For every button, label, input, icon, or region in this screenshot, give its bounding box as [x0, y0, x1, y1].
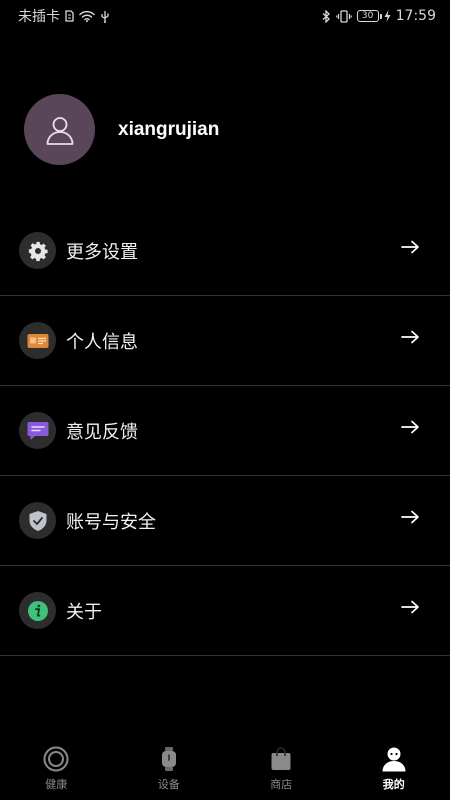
nav-item-mine[interactable]: 我的 [338, 738, 450, 800]
profile-icon [381, 746, 407, 772]
status-bar: 未插卡 30 17:59 [0, 0, 450, 32]
menu-item-label: 个人信息 [66, 331, 138, 353]
menu-item-label: 更多设置 [66, 241, 138, 263]
menu-item-label: 关于 [66, 601, 102, 623]
avatar[interactable] [24, 94, 95, 165]
nav-label: 我的 [382, 778, 405, 791]
arrow-right-icon [401, 330, 419, 344]
menu-item-label: 账号与安全 [66, 511, 156, 533]
clock-time: 17:59 [395, 8, 436, 24]
status-right: 30 17:59 [322, 8, 436, 24]
usb-icon [100, 10, 110, 23]
vibrate-icon [335, 9, 352, 23]
menu-item-feedback[interactable]: 意见反馈 [0, 386, 450, 476]
bluetooth-icon [322, 9, 331, 23]
status-left: 未插卡 [18, 6, 110, 26]
battery-level: 30 [361, 10, 374, 21]
nav-item-store[interactable]: 商店 [225, 738, 338, 800]
settings-menu: 更多设置 个人信息 意见反馈 账号与安全 关于 [0, 206, 450, 656]
health-ring-icon [43, 746, 69, 772]
user-icon [46, 116, 73, 145]
wifi-icon [79, 10, 95, 22]
menu-item-personal-info[interactable]: 个人信息 [0, 296, 450, 386]
sim-icon [65, 10, 74, 22]
shield-icon [19, 502, 56, 539]
menu-item-more-settings[interactable]: 更多设置 [0, 206, 450, 296]
nav-item-health[interactable]: 健康 [0, 738, 113, 800]
nav-label: 商店 [270, 778, 293, 791]
feedback-icon [19, 412, 56, 449]
nav-item-device[interactable]: 设备 [113, 738, 226, 800]
id-card-icon [19, 322, 56, 359]
watch-icon [160, 746, 178, 772]
bottom-nav: 健康 设备 商店 我的 [0, 738, 450, 800]
arrow-right-icon [401, 240, 419, 254]
arrow-right-icon [401, 510, 419, 524]
info-icon [19, 592, 56, 629]
arrow-right-icon [401, 420, 419, 434]
profile-header[interactable]: xiangrujian [24, 94, 219, 165]
gear-icon [19, 232, 56, 269]
arrow-right-icon [401, 600, 419, 614]
shopping-bag-icon [270, 746, 292, 772]
username: xiangrujian [118, 118, 220, 140]
nav-label: 健康 [45, 778, 68, 791]
menu-item-account-security[interactable]: 账号与安全 [0, 476, 450, 566]
nav-label: 设备 [157, 778, 180, 791]
carrier-text: 未插卡 [18, 9, 60, 25]
menu-item-label: 意见反馈 [66, 421, 138, 443]
battery-icon: 30 [356, 10, 382, 22]
charging-icon [384, 10, 391, 22]
menu-item-about[interactable]: 关于 [0, 566, 450, 656]
